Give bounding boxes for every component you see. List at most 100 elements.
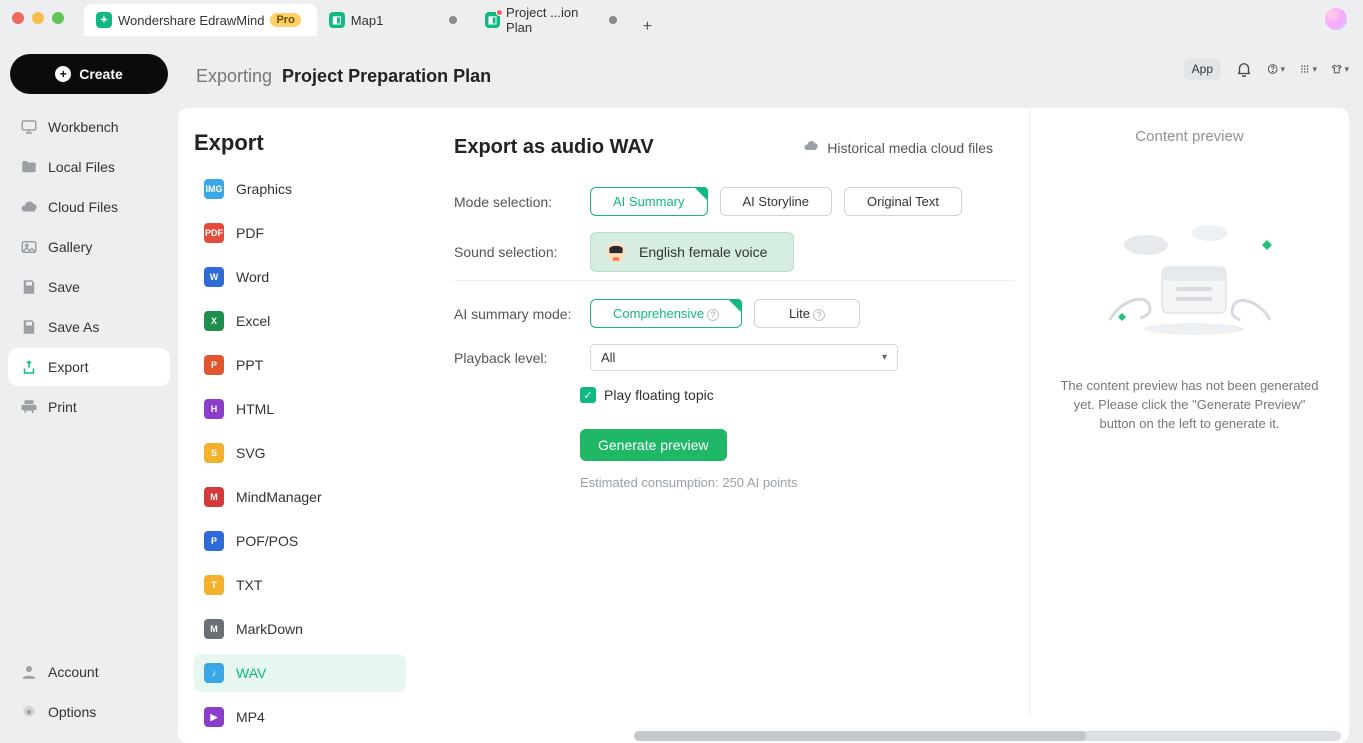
tab-label: Wondershare EdrawMind — [118, 13, 264, 28]
nav-local-files[interactable]: Local Files — [8, 148, 170, 186]
scroll-thumb[interactable] — [634, 731, 1086, 741]
tab-app[interactable]: ✦ Wondershare EdrawMind Pro — [84, 4, 317, 36]
shirt-icon[interactable]: ▾ — [1331, 60, 1349, 78]
file-icon: M — [204, 487, 224, 507]
fmt-txt[interactable]: TTXT — [194, 566, 406, 604]
help-icon[interactable]: ? — [813, 309, 825, 321]
tab-map1[interactable]: ◧ Map1 — [317, 4, 473, 36]
fmt-pof[interactable]: PPOF/POS — [194, 522, 406, 560]
help-icon[interactable]: ▾ — [1267, 60, 1285, 78]
app-icon: ✦ — [96, 12, 112, 28]
toolbar-right: App ▾ ▾ ▾ — [1184, 58, 1349, 80]
fmt-label: Excel — [236, 313, 270, 329]
nav-cloud-files[interactable]: Cloud Files — [8, 188, 170, 226]
playback-label: Playback level: — [454, 350, 574, 366]
gallery-icon — [20, 238, 38, 256]
ai-mode-lite[interactable]: Lite? — [754, 299, 860, 328]
nav-save[interactable]: Save — [8, 268, 170, 306]
close-window[interactable] — [12, 12, 24, 24]
create-button[interactable]: + Create — [10, 54, 168, 94]
minimize-window[interactable] — [32, 12, 44, 24]
mode-original-text[interactable]: Original Text — [844, 187, 962, 216]
file-icon: P — [204, 531, 224, 551]
mode-label: Mode selection: — [454, 194, 574, 210]
help-icon[interactable]: ? — [707, 309, 719, 321]
export-title: Export — [194, 130, 406, 156]
historical-cloud-link[interactable]: Historical media cloud files — [803, 138, 993, 157]
nav-label: Workbench — [48, 119, 119, 135]
tab-label: Project ...ion Plan — [506, 5, 603, 35]
preview-panel: Content preview — [1029, 108, 1349, 715]
ai-mode-comprehensive[interactable]: Comprehensive? — [590, 299, 742, 328]
bell-icon[interactable] — [1235, 60, 1253, 78]
mode-segment: AI Summary AI Storyline Original Text — [590, 187, 962, 216]
nav-label: Options — [48, 704, 96, 720]
cloud-link-label: Historical media cloud files — [827, 140, 993, 156]
export-format-panel: Export IMGGraphics PDFPDF WWord X Excel P… — [178, 108, 414, 743]
fmt-label: TXT — [236, 577, 262, 593]
titlebar: ✦ Wondershare EdrawMind Pro ◧ Map1 ◧ Pro… — [0, 0, 1363, 36]
user-avatar[interactable] — [1325, 8, 1347, 30]
workbench-icon — [20, 118, 38, 136]
file-icon: P — [204, 355, 224, 375]
grid-icon[interactable]: ▾ — [1299, 60, 1317, 78]
mode-ai-storyline[interactable]: AI Storyline — [720, 187, 832, 216]
fmt-label: MarkDown — [236, 621, 303, 637]
nav-workbench[interactable]: Workbench — [8, 108, 170, 146]
export-icon — [20, 358, 38, 376]
preview-message: The content preview has not been generat… — [1054, 377, 1325, 434]
nav-list: Workbench Local Files Cloud Files Galler… — [8, 108, 170, 426]
account-icon — [20, 663, 38, 681]
nav-save-as[interactable]: Save As — [8, 308, 170, 346]
fmt-ppt[interactable]: PPPT — [194, 346, 406, 384]
nav-export[interactable]: Export — [8, 348, 170, 386]
nav-label: Print — [48, 399, 77, 415]
nav-label: Save — [48, 279, 80, 295]
left-nav: + Create Workbench Local Files Cloud Fil… — [0, 36, 178, 743]
new-tab[interactable]: + — [633, 18, 662, 36]
page-title: Project Preparation Plan — [282, 66, 491, 87]
panel-heading: Export as audio WAV — [454, 136, 654, 159]
fmt-excel[interactable]: X Excel — [194, 302, 406, 340]
nav-account[interactable]: Account — [8, 653, 170, 691]
fmt-html[interactable]: HHTML — [194, 390, 406, 428]
nav-print[interactable]: Print — [8, 388, 170, 426]
fmt-label: MP4 — [236, 709, 265, 725]
doc-icon: ◧ — [329, 12, 345, 28]
options-icon — [20, 703, 38, 721]
play-floating-checkbox[interactable]: ✓ — [580, 387, 596, 403]
fmt-mindmanager[interactable]: MMindManager — [194, 478, 406, 516]
voice-chip[interactable]: English female voice — [590, 232, 794, 272]
ai-mode-label: AI summary mode: — [454, 306, 574, 322]
file-icon: IMG — [204, 179, 224, 199]
chevron-down-icon: ▾ — [882, 352, 887, 363]
nav-options[interactable]: Options — [8, 693, 170, 731]
cloud-icon — [20, 198, 38, 216]
file-icon: ♪ — [204, 663, 224, 683]
print-icon — [20, 398, 38, 416]
fmt-markdown[interactable]: MMarkDown — [194, 610, 406, 648]
avatar-icon — [605, 241, 627, 263]
fmt-graphics[interactable]: IMGGraphics — [194, 170, 406, 208]
generate-preview-button[interactable]: Generate preview — [580, 429, 727, 461]
maximize-window[interactable] — [52, 12, 64, 24]
mode-ai-summary[interactable]: AI Summary — [590, 187, 708, 216]
save-as-icon — [20, 318, 38, 336]
fmt-label: HTML — [236, 401, 274, 417]
file-icon: X — [204, 311, 224, 331]
tab-project[interactable]: ◧ Project ...ion Plan — [473, 4, 633, 36]
fmt-pdf[interactable]: PDFPDF — [194, 214, 406, 252]
nav-label: Cloud Files — [48, 199, 118, 215]
fmt-word[interactable]: WWord — [194, 258, 406, 296]
file-icon: ▶ — [204, 707, 224, 727]
fmt-wav[interactable]: ♪WAV — [194, 654, 406, 692]
fmt-svg[interactable]: SSVG — [194, 434, 406, 472]
horizontal-scrollbar[interactable] — [634, 731, 1341, 741]
voice-label: English female voice — [639, 244, 767, 260]
app-chip[interactable]: App — [1184, 58, 1221, 80]
estimate-text: Estimated consumption: 250 AI points — [580, 475, 1014, 490]
fmt-mp4[interactable]: ▶ MP4 — [194, 698, 406, 736]
playback-select[interactable]: All ▾ — [590, 344, 898, 371]
export-settings-panel: Export as audio WAV Historical media clo… — [414, 108, 1349, 743]
nav-gallery[interactable]: Gallery — [8, 228, 170, 266]
